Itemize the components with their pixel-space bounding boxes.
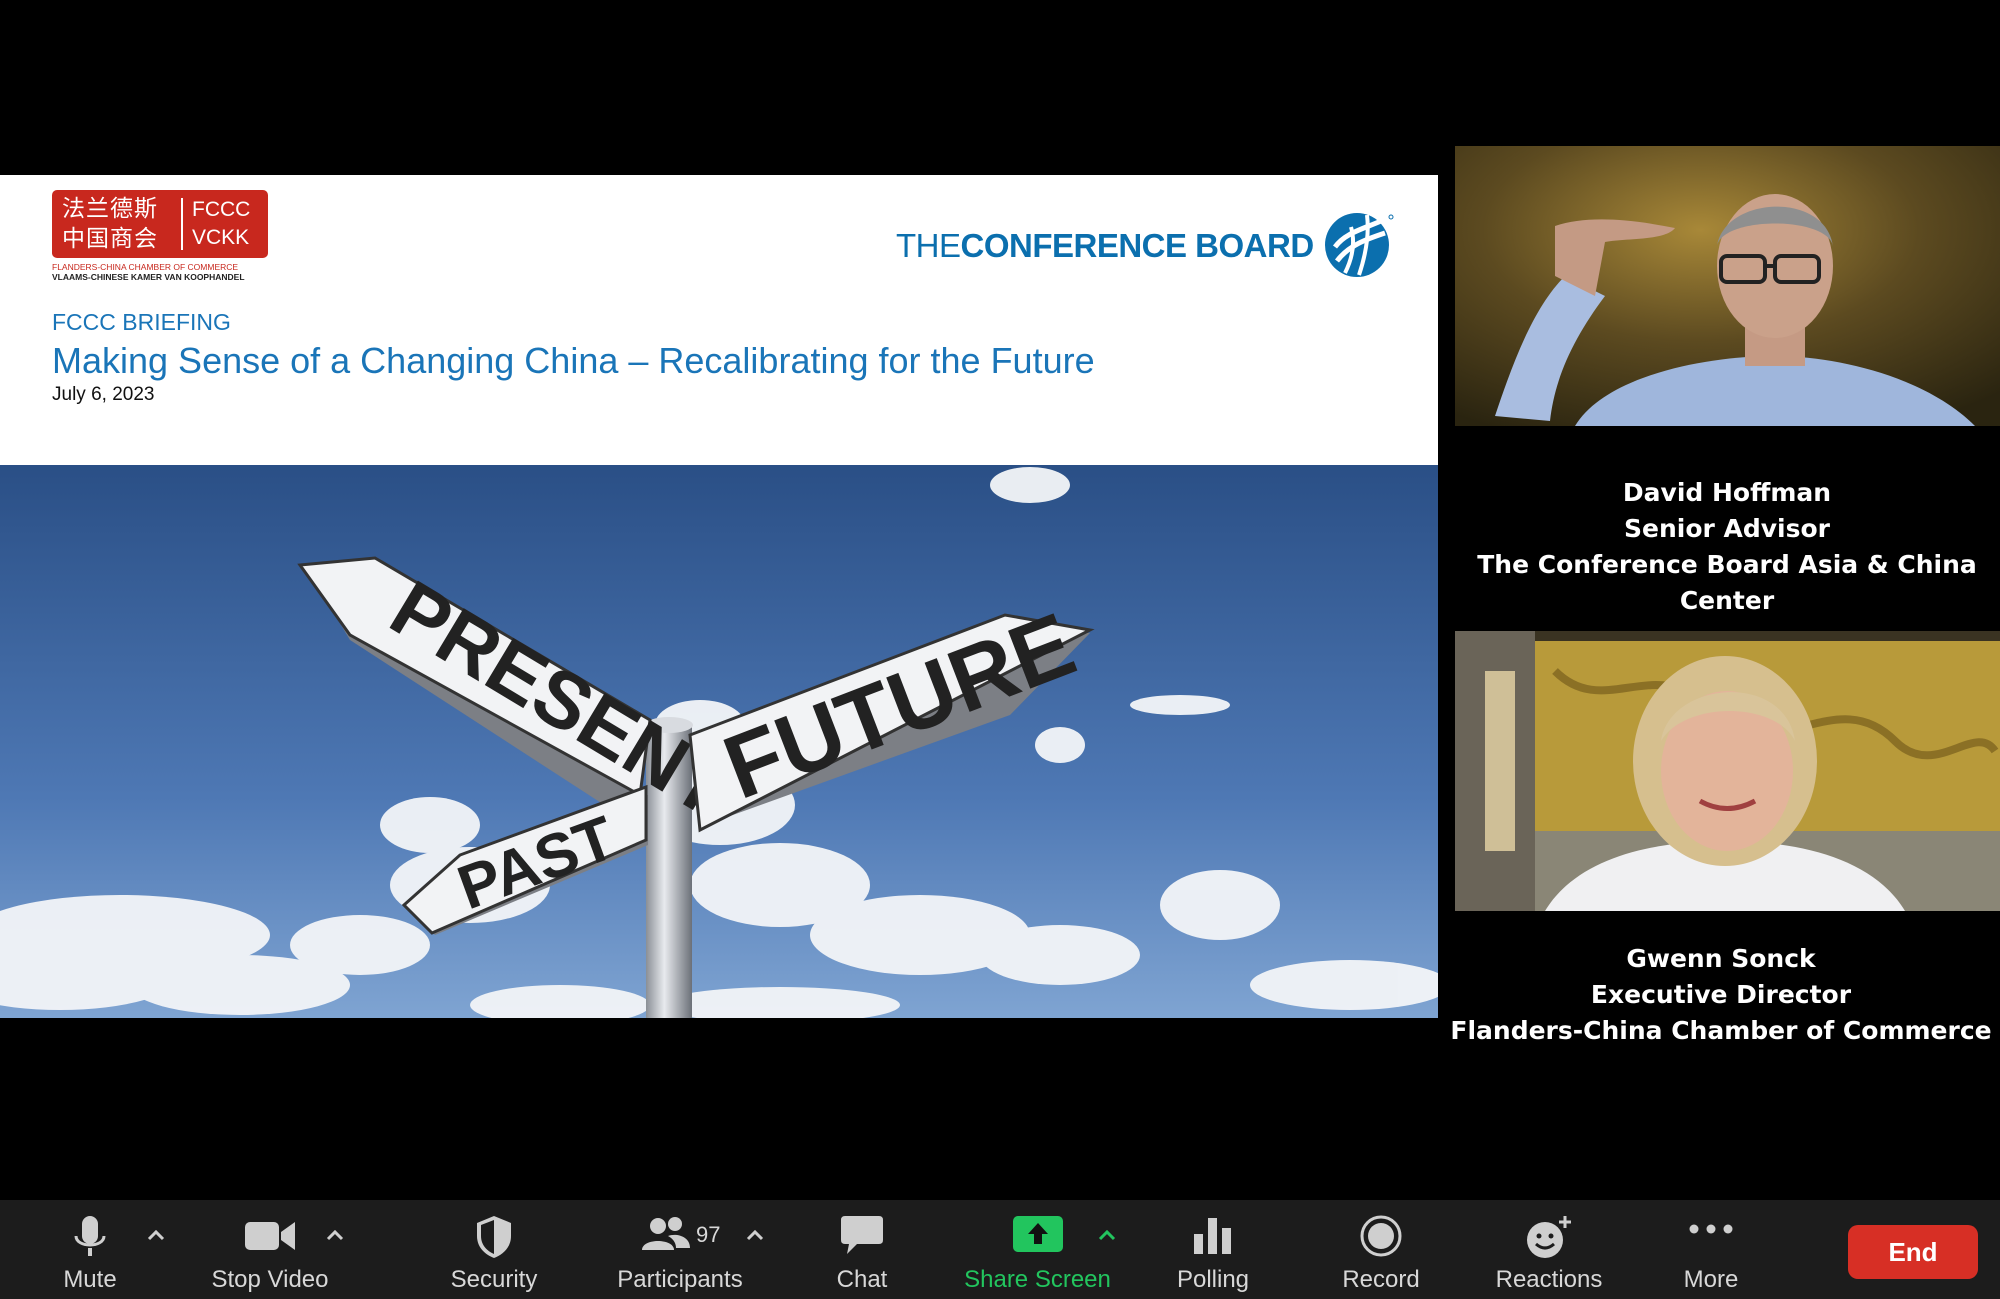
participant-role: Executive Director bbox=[1590, 980, 1852, 1009]
polling-button[interactable]: Polling bbox=[1160, 1200, 1266, 1299]
people-icon bbox=[642, 1217, 690, 1250]
record-label: Record bbox=[1342, 1266, 1420, 1293]
participants-button[interactable]: 97 Participants bbox=[600, 1200, 760, 1299]
brand-the: THE bbox=[896, 227, 961, 264]
stop-video-label: Stop Video bbox=[211, 1266, 329, 1293]
participants-label: Participants bbox=[617, 1266, 743, 1293]
logo-sub-line1: FLANDERS-CHINA CHAMBER OF COMMERCE bbox=[52, 262, 239, 272]
video-tile-gwenn-sonck[interactable] bbox=[1455, 631, 2000, 911]
more-label: More bbox=[1683, 1266, 1739, 1293]
video-feed bbox=[1455, 146, 2000, 426]
slide-eyebrow: FCCC BRIEFING bbox=[52, 309, 231, 335]
record-icon bbox=[1360, 1215, 1402, 1257]
video-options-chevron-icon[interactable] bbox=[325, 1228, 345, 1242]
meeting-toolbar: Mute Stop Video Security 97 Participants bbox=[0, 1200, 2000, 1299]
microphone-icon bbox=[74, 1216, 106, 1256]
logo-subtitle: FLANDERS-CHINA CHAMBER OF COMMERCE VLAAM… bbox=[52, 262, 245, 282]
reactions-button[interactable]: Reactions bbox=[1490, 1200, 1608, 1299]
shield-icon bbox=[477, 1216, 511, 1258]
logo-latin: FCCC VCKK bbox=[192, 196, 250, 252]
video-feed bbox=[1455, 631, 2000, 911]
bar-chart-icon bbox=[1194, 1218, 1231, 1254]
reactions-label: Reactions bbox=[1495, 1266, 1603, 1293]
video-tile-david-hoffman[interactable] bbox=[1455, 146, 2000, 426]
participant-org: Flanders-China Chamber of Commerce bbox=[1450, 1016, 1992, 1045]
brand-name: CONFERENCE BOARD bbox=[960, 227, 1315, 264]
chat-bubble-icon bbox=[841, 1216, 883, 1254]
mute-options-chevron-icon[interactable] bbox=[146, 1228, 166, 1242]
video-camera-icon bbox=[245, 1222, 295, 1250]
caption-david-hoffman: David Hoffman Senior Advisor The Confere… bbox=[1447, 475, 2000, 619]
share-screen-label: Share Screen bbox=[964, 1266, 1111, 1293]
participants-count: 97 bbox=[696, 1222, 721, 1247]
conference-board-globe-icon bbox=[1325, 213, 1394, 277]
participant-name: Gwenn Sonck bbox=[1626, 944, 1816, 973]
slide-title: Making Sense of a Changing China – Recal… bbox=[52, 340, 1095, 381]
slide-header: 法兰德斯 中国商会 FCCC VCKK FLANDERS-CHINA CHAMB… bbox=[0, 175, 1438, 465]
stop-video-button[interactable]: Stop Video bbox=[200, 1200, 340, 1299]
share-options-chevron-icon[interactable] bbox=[1097, 1228, 1117, 1242]
shared-screen: 法兰德斯 中国商会 FCCC VCKK FLANDERS-CHINA CHAMB… bbox=[0, 175, 1438, 1018]
more-button[interactable]: More bbox=[1660, 1200, 1762, 1299]
more-dots-icon bbox=[1689, 1224, 1733, 1234]
logo-sub-line2: VLAAMS-CHINESE KAMER VAN KOOPHANDEL bbox=[52, 272, 245, 282]
logo-chinese-line1: 法兰德斯 bbox=[62, 196, 158, 222]
participants-options-chevron-icon[interactable] bbox=[745, 1228, 765, 1242]
slide-date: July 6, 2023 bbox=[52, 384, 155, 405]
share-screen-button[interactable]: Share Screen bbox=[955, 1200, 1120, 1299]
logo-chinese: 法兰德斯 中国商会 bbox=[62, 194, 180, 254]
conference-board-wordmark: THECONFERENCE BOARD bbox=[896, 227, 1314, 265]
end-meeting-button[interactable]: End bbox=[1848, 1225, 1978, 1279]
emoji-add-icon bbox=[1527, 1216, 1571, 1258]
security-button[interactable]: Security bbox=[436, 1200, 552, 1299]
fccc-logo: 法兰德斯 中国商会 FCCC VCKK bbox=[52, 190, 268, 258]
chat-label: Chat bbox=[836, 1266, 888, 1293]
signpost-photo: PRESENT FUTURE PAST bbox=[0, 465, 1438, 1018]
participant-org: The Conference Board Asia & China Center bbox=[1477, 550, 1977, 615]
logo-latin-line1: FCCC bbox=[192, 198, 251, 221]
logo-chinese-line2: 中国商会 bbox=[62, 226, 158, 252]
participant-name: David Hoffman bbox=[1622, 478, 1832, 507]
share-arrow-icon bbox=[1012, 1216, 1063, 1252]
logo-latin-line2: VCKK bbox=[192, 226, 250, 249]
polling-label: Polling bbox=[1176, 1266, 1250, 1293]
logo-divider bbox=[181, 198, 183, 250]
participant-role: Senior Advisor bbox=[1623, 514, 1831, 543]
chat-button[interactable]: Chat bbox=[812, 1200, 912, 1299]
mute-button[interactable]: Mute bbox=[40, 1200, 140, 1299]
mute-label: Mute bbox=[63, 1266, 117, 1293]
security-label: Security bbox=[450, 1266, 538, 1293]
caption-gwenn-sonck: Gwenn Sonck Executive Director Flanders-… bbox=[1441, 941, 2000, 1049]
record-button[interactable]: Record bbox=[1330, 1200, 1432, 1299]
